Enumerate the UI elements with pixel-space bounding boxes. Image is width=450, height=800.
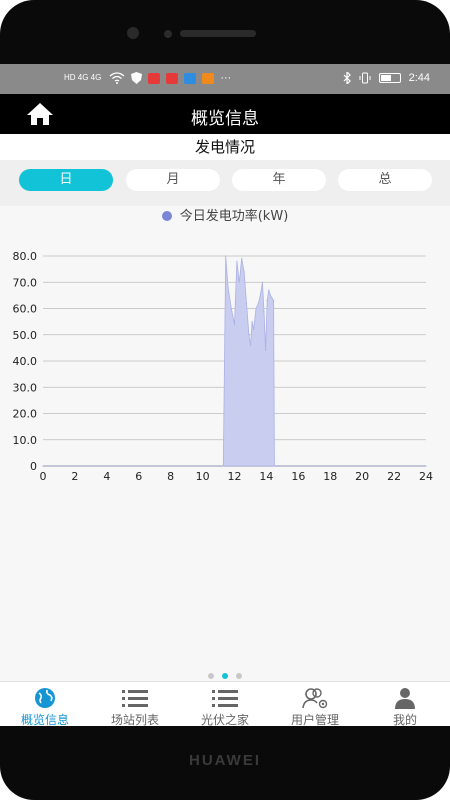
data-point [257,302,259,304]
data-point [273,465,275,467]
legend-label: 今日发电功率(kW) [179,209,289,224]
nav-profile[interactable]: 我的 [360,682,450,727]
app-notification-icon [202,72,215,84]
data-point [273,300,275,302]
more-notifications-icon: ··· [220,72,232,84]
y-tick-label: 60.0 [13,303,38,316]
nav-overview[interactable]: 概览信息 [0,682,90,727]
data-point [241,258,243,260]
tab-month[interactable]: 月 [126,169,220,191]
x-tick-label: 20 [355,470,369,483]
data-point [260,292,262,294]
data-point [243,271,245,273]
data-point [251,321,253,323]
y-tick-label: 70.0 [13,276,38,289]
data-point [249,344,252,346]
status-icons-left: HD 4G 4G ··· [62,72,231,84]
x-tick-label: 12 [228,470,242,483]
app-bar: 概览信息 [0,94,450,134]
data-point [236,260,238,262]
y-tick-label: 20.0 [13,408,38,421]
person-icon [395,688,415,709]
x-tick-label: 18 [323,470,337,483]
app-notification-icon [166,72,179,84]
power-chart-panel: 今日发电功率(kW) 0 10.0 20.0 30.0 40.0 50.0 60.0 70.0… [0,206,450,681]
x-tick-label: 6 [135,470,142,483]
data-point [253,328,255,331]
y-tick-label: 50.0 [13,329,38,342]
battery-icon [378,73,401,83]
page-dot[interactable] [236,673,242,679]
x-tick-label: 16 [291,470,305,483]
phone-top-bezel [0,0,450,64]
x-tick-label: 0 [40,470,47,483]
data-point [238,281,240,283]
data-point [230,307,232,310]
x-tick-label: 22 [387,470,401,483]
y-tick-label: 40.0 [13,355,38,368]
users-manage-icon [302,688,328,709]
data-point [265,349,267,352]
data-point [42,465,44,467]
page-title: 概览信息 [191,109,259,129]
y-tick-label: 30.0 [13,381,38,394]
data-point [268,289,270,291]
network-indicator: HD 4G 4G [64,73,102,82]
x-tick-label: 8 [167,470,174,483]
x-tick-label: 4 [103,470,110,483]
data-point [271,297,273,299]
clock: 2:44 [408,72,430,84]
wifi-icon [109,72,125,84]
globe-icon [35,688,55,708]
y-tick-label: 0 [30,460,37,473]
status-bar: HD 4G 4G ··· 2:44 [0,64,450,94]
app-notification-icon [148,72,161,84]
data-point [261,281,263,283]
earpiece-speaker [180,30,256,37]
data-point [266,300,268,302]
status-icons-right: 2:44 [343,72,430,84]
data-point [255,307,257,310]
nav-pv-home[interactable]: 光伏之家 [180,682,270,727]
list-icon [212,690,238,707]
data-point [227,286,229,289]
power-area-chart[interactable]: 010.020.030.040.050.060.070.080.00 2 4 6 8 10… [0,230,450,490]
device-brand-logo: HUAWEI [189,752,261,769]
period-tabs: 日 月 年 总 [0,160,450,206]
tab-year[interactable]: 年 [232,169,326,191]
data-point [245,302,248,304]
x-tick-label: 24 [419,470,433,483]
y-tick-label: 10.0 [13,434,38,447]
page-dot[interactable] [208,673,214,679]
section-title: 发电情况 [0,134,450,160]
data-point [425,465,427,467]
bottom-nav: 概览信息 场站列表 光伏之家 用户管理 我的 [0,681,450,727]
data-point [269,294,271,296]
front-camera [127,27,139,39]
nav-station-list[interactable]: 场站列表 [90,682,180,727]
tab-total[interactable]: 总 [338,169,432,191]
data-point [225,255,227,257]
sensor [164,30,172,38]
x-tick-label: 10 [196,470,210,483]
bluetooth-icon [343,72,351,84]
chart-legend: 今日发电功率(kW) [0,206,450,228]
tab-day[interactable]: 日 [19,169,113,191]
page-dot-active[interactable] [222,673,228,679]
data-point [233,323,236,325]
data-point [263,310,265,312]
shield-icon [131,72,143,84]
app-notification-icon [184,72,197,84]
nav-user-management[interactable]: 用户管理 [270,682,360,727]
x-tick-label: 2 [71,470,78,483]
data-point [222,465,224,467]
legend-marker [161,211,172,221]
list-icon [122,690,148,707]
x-tick-label: 14 [259,470,273,483]
vibrate-icon [359,72,371,84]
data-point [248,334,250,336]
y-tick-label: 80.0 [13,250,38,263]
